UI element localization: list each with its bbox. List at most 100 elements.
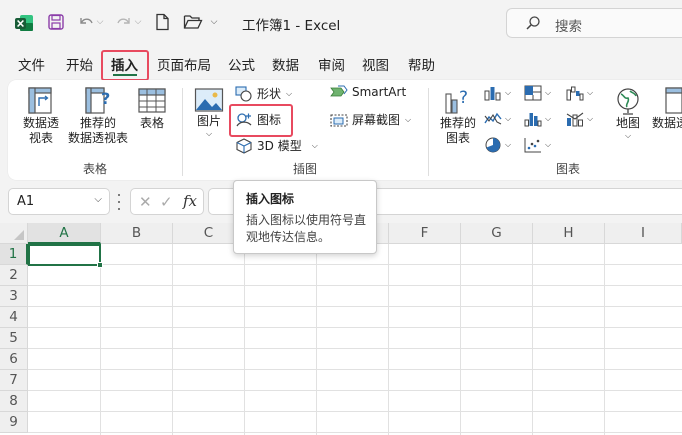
enter-check-icon[interactable]: ✓ [160, 193, 173, 211]
screenshot-label: 屏幕截图 [352, 113, 401, 127]
row-header-4[interactable]: 4 [0, 307, 28, 328]
pivot-table-button[interactable]: 数据透 视表 [20, 86, 62, 146]
waterfall-chart-button[interactable]: ⌵ [566, 85, 593, 101]
excel-logo-icon [14, 13, 34, 33]
3d-models-button[interactable]: 3D 模型 ⌵ [235, 137, 318, 154]
tab-file[interactable]: 文件 [18, 54, 45, 74]
search-placeholder: 搜索 [555, 19, 582, 35]
tab-data[interactable]: 数据 [272, 54, 299, 74]
pivot-table-icon [28, 87, 52, 114]
screenshot-icon [330, 113, 348, 127]
column-chart-button[interactable]: ⌵ [484, 85, 511, 101]
table-button[interactable]: 表格 [134, 86, 170, 131]
svg-text:?: ? [459, 88, 468, 108]
pie-chart-icon [485, 137, 501, 153]
row-header-9[interactable]: 9 [0, 412, 28, 433]
select-all-corner[interactable] [0, 223, 28, 244]
column-header-a[interactable]: A [28, 223, 101, 244]
undo-dropdown-icon[interactable]: ⌵ [96, 15, 104, 29]
fill-handle[interactable] [97, 262, 103, 268]
search-box[interactable]: 搜索 [506, 8, 682, 38]
tab-home[interactable]: 开始 [66, 54, 93, 74]
tooltip-title: 插入图标 [246, 192, 295, 206]
cancel-icon[interactable]: ✕ [139, 193, 152, 211]
column-header-h[interactable]: H [533, 223, 605, 244]
shapes-icon [235, 85, 252, 102]
tab-view[interactable]: 视图 [362, 54, 389, 74]
scatter-chart-icon [524, 138, 541, 153]
shapes-dropdown-icon: ⌵ [286, 88, 293, 98]
column-header-b[interactable]: B [101, 223, 173, 244]
line-chart-dropdown-icon: ⌵ [505, 114, 512, 123]
row-header-2[interactable]: 2 [0, 265, 28, 286]
charts-group-label: 图表 [556, 162, 581, 176]
pivot-chart-label: 数据透 [652, 116, 682, 130]
tab-help[interactable]: 帮助 [408, 54, 435, 74]
name-box-dropdown-icon[interactable]: ⌵ [94, 194, 102, 205]
line-chart-icon [484, 112, 502, 125]
pie-chart-button[interactable]: ⌵ [484, 137, 511, 153]
undo-icon[interactable] [77, 13, 95, 31]
maps-dropdown-icon: ⌵ [624, 131, 632, 140]
table-icon [138, 88, 166, 113]
formula-bar-resize-handle[interactable] [116, 192, 122, 212]
tab-formulas[interactable]: 公式 [228, 54, 255, 74]
line-chart-button[interactable]: ⌵ [484, 111, 511, 127]
selected-cell-a1[interactable] [28, 244, 101, 266]
waterfall-chart-dropdown-icon: ⌵ [587, 88, 594, 97]
scatter-chart-dropdown-icon: ⌵ [545, 140, 552, 149]
row-header-8[interactable]: 8 [0, 391, 28, 412]
row-header-7[interactable]: 7 [0, 370, 28, 391]
hierarchy-chart-button[interactable]: ⌵ [524, 85, 551, 101]
row-header-5[interactable]: 5 [0, 328, 28, 349]
screenshot-button[interactable]: 屏幕截图 ⌵ [330, 111, 411, 128]
redo-icon[interactable] [115, 13, 133, 31]
row-header-1[interactable]: 1 [0, 244, 28, 265]
search-icon [525, 15, 541, 31]
column-header-i[interactable]: I [605, 223, 682, 244]
row-header-6[interactable]: 6 [0, 349, 28, 370]
column-header-f[interactable]: F [389, 223, 461, 244]
row-header-3[interactable]: 3 [0, 286, 28, 307]
picture-dropdown-icon: ⌵ [205, 129, 213, 138]
recommended-pivot-label: 推荐的 数据透视表 [67, 116, 128, 145]
name-box[interactable]: A1 ⌵ [8, 188, 110, 215]
combo-chart-dropdown-icon: ⌵ [587, 114, 594, 123]
tables-group-label: 表格 [83, 162, 108, 176]
customize-toolbar-icon[interactable]: ⌵ [209, 15, 219, 29]
spreadsheet-grid: A B C D E F G H I 1 2 3 4 5 6 7 8 9 [0, 223, 682, 435]
picture-button[interactable]: 图片 ⌵ [191, 86, 227, 139]
shapes-button[interactable]: 形状 ⌵ [235, 85, 292, 102]
scatter-chart-button[interactable]: ⌵ [524, 137, 551, 153]
picture-label: 图片 [196, 114, 221, 128]
statistic-chart-button[interactable]: ⌵ [524, 111, 551, 127]
maps-label: 地图 [615, 116, 640, 130]
recommended-pivot-button[interactable]: ? 推荐的 数据透视表 [66, 86, 130, 146]
waterfall-chart-icon [566, 86, 584, 101]
tab-review[interactable]: 审阅 [318, 54, 345, 74]
cell-gridlines[interactable] [28, 244, 682, 435]
statistic-chart-icon [524, 113, 542, 127]
illustrations-group-label: 插图 [293, 162, 318, 176]
column-header-g[interactable]: G [461, 223, 533, 244]
insert-function-icon[interactable]: fx [183, 192, 197, 210]
pivot-chart-button[interactable]: 数据透 [652, 86, 682, 131]
tab-page-layout[interactable]: 页面布局 [157, 54, 211, 74]
name-box-value: A1 [17, 194, 35, 209]
shapes-label: 形状 [257, 87, 282, 101]
new-document-icon[interactable] [154, 13, 170, 31]
maps-button[interactable]: 地图 ⌵ [608, 86, 648, 141]
3d-models-icon [236, 137, 252, 154]
recommended-charts-button[interactable]: ? 推荐的 图表 [436, 86, 480, 146]
statistic-chart-dropdown-icon: ⌵ [545, 114, 552, 123]
open-folder-icon[interactable] [183, 14, 203, 30]
redo-dropdown-icon[interactable]: ⌵ [134, 15, 142, 29]
recommended-charts-icon: ? [445, 88, 468, 114]
globe-icon [617, 88, 639, 115]
tooltip-description: 插入图标以使用符号直观地传达信息。 [246, 213, 367, 244]
hierarchy-chart-dropdown-icon: ⌵ [545, 88, 552, 97]
save-icon[interactable] [47, 13, 65, 31]
svg-text:?: ? [101, 89, 110, 108]
combo-chart-button[interactable]: ⌵ [566, 111, 593, 127]
smartart-button[interactable]: SmartArt [330, 85, 406, 99]
